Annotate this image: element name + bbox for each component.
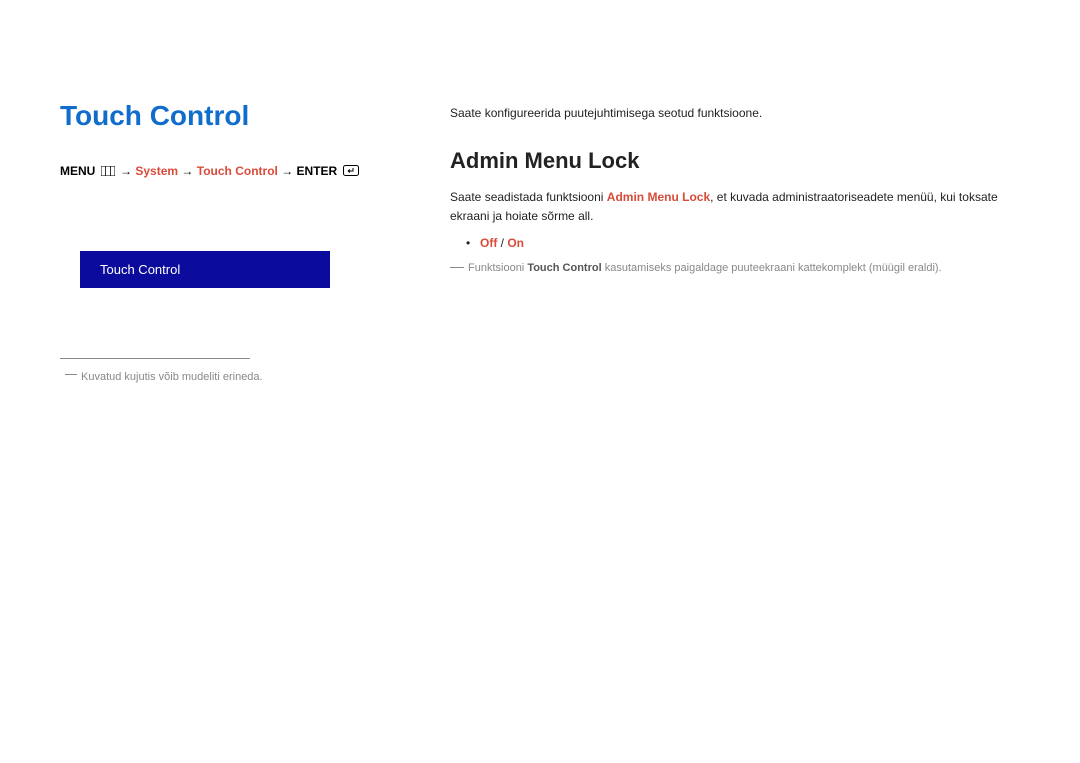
breadcrumb-system: System [135,164,178,178]
right-column: Saate konfigureerida puutejuhtimisega se… [450,100,1020,383]
note-post: kasutamiseks paigaldage puuteekraani kat… [602,262,942,274]
enter-icon [343,163,359,181]
breadcrumb-arrow-1: → [120,164,135,178]
menu-icon [101,163,115,181]
note-pre: Funktsiooni [468,262,527,274]
left-column: Touch Control MENU → System → Touch Cont… [60,100,390,383]
footnote-text: Kuvatud kujutis võib mudeliti erineda. [81,371,263,383]
page-container: Touch Control MENU → System → Touch Cont… [0,0,1080,423]
option-separator: / [497,236,507,250]
menu-item-touch-control[interactable]: Touch Control [80,251,330,288]
breadcrumb-menu-label: MENU [60,164,95,178]
breadcrumb-arrow-2: → [181,164,196,178]
option-list: Off / On [466,234,1020,253]
intro-text: Saate konfigureerida puutejuhtimisega se… [450,106,1020,120]
option-off: Off [480,236,497,250]
breadcrumb-enter-label: ENTER [297,164,338,178]
body-paragraph: Saate seadistada funktsiooni Admin Menu … [450,188,1020,226]
page-title: Touch Control [60,100,390,132]
dash-icon [65,374,77,375]
note-highlight: Touch Control [527,262,601,274]
option-item: Off / On [466,234,1020,253]
breadcrumb-arrow-3: → [281,164,296,178]
note-text: Funktsiooni Touch Control kasutamiseks p… [460,260,1020,278]
footnote: Kuvatud kujutis võib mudeliti erineda. [65,371,390,383]
option-on: On [507,236,524,250]
para-pre: Saate seadistada funktsiooni [450,190,607,204]
section-heading-admin-menu-lock: Admin Menu Lock [450,148,1020,174]
breadcrumb: MENU → System → Touch Control → ENTER [60,162,390,181]
footnote-divider [60,358,250,359]
para-highlight: Admin Menu Lock [607,190,710,204]
dash-icon [450,267,464,268]
breadcrumb-touch-control: Touch Control [197,164,278,178]
